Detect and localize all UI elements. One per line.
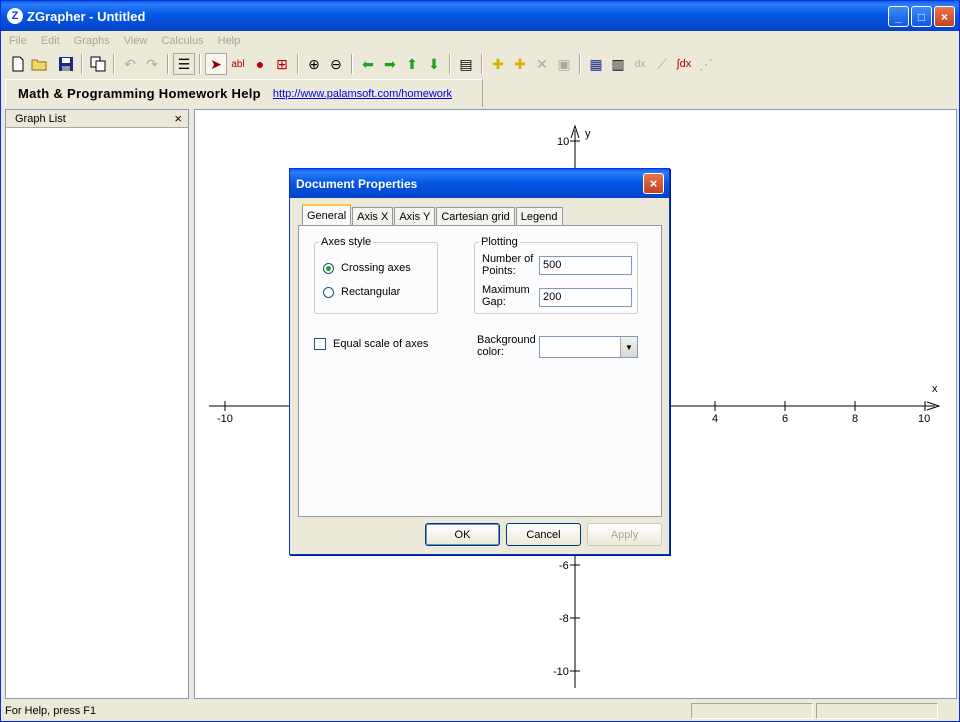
crossing-axes-option[interactable]: Crossing axes [323,262,411,274]
pointer-icon[interactable]: ➤ [205,53,227,75]
crossing-axes-radio[interactable] [323,262,334,274]
points-label: Number of Points: [482,253,534,277]
arrow-right-icon[interactable]: ➡ [379,53,401,75]
link-bar: Math & Programming Homework Help http://… [5,79,483,107]
background-color-select[interactable]: ▼ [539,336,638,358]
save-icon[interactable] [55,53,77,75]
list-icon[interactable]: ☰ [173,53,195,75]
tab-strip: General Axis X Axis Y Cartesian grid Leg… [302,204,564,226]
menu-calculus[interactable]: Calculus [153,35,209,47]
x-tick-label: 8 [852,413,858,425]
background-color-label: Background color: [477,334,536,358]
delete-icon[interactable]: ✕ [531,53,553,75]
rectangular-option[interactable]: Rectangular [323,286,400,298]
new-icon[interactable] [7,53,29,75]
y-tick-label: -10 [553,666,569,678]
y-tick-label: -8 [559,613,569,625]
cancel-button[interactable]: Cancel [506,523,581,546]
tab-general[interactable]: General [302,204,352,226]
homework-link[interactable]: http://www.palamsoft.com/homework [273,88,452,100]
x-tick-label: 6 [782,413,788,425]
document-properties-dialog: Document Properties × General Axis X Axi… [289,168,670,555]
zoom-box-icon[interactable]: ⊞ [271,53,293,75]
add-graph-2-icon[interactable]: ✚ [509,53,531,75]
menu-file[interactable]: File [1,35,33,47]
rectangular-label: Rectangular [341,286,401,298]
text-icon[interactable]: abl [227,53,249,75]
menu-graphs[interactable]: Graphs [66,35,116,47]
axes-style-group: Axes style [314,236,438,314]
copy-icon[interactable] [87,53,109,75]
apply-button[interactable]: Apply [587,523,662,546]
zoom-out-icon[interactable]: ⊖ [325,53,347,75]
status-bar: For Help, press F1 [1,701,959,721]
y-axis-label: y [585,128,591,140]
add-graph-icon[interactable]: ✚ [487,53,509,75]
app-icon: Z [7,8,23,24]
calculator-icon[interactable]: ▥ [607,53,629,75]
x-tick-label: 4 [712,413,718,425]
redo-icon[interactable]: ↷ [141,53,163,75]
graph-list-close-icon[interactable]: × [174,111,182,126]
graph-list-title: Graph List [15,112,66,125]
tab-axis-x[interactable]: Axis X [352,207,394,226]
status-text: For Help, press F1 [5,705,97,717]
dialog-title: Document Properties [296,176,418,191]
integral-icon[interactable]: ∫dx [673,53,695,75]
menu-bar: File Edit Graphs View Calculus Help [1,31,959,50]
arrow-left-icon[interactable]: ⬅ [357,53,379,75]
window-title: ZGrapher - Untitled [27,8,146,24]
arrow-up-icon[interactable]: ⬆ [401,53,423,75]
dialog-close-button[interactable]: × [643,173,664,194]
graph-props-icon[interactable]: ▣ [553,53,575,75]
maximize-button[interactable]: □ [911,6,932,27]
crossing-axes-label: Crossing axes [341,262,411,274]
properties-icon[interactable]: ▤ [455,53,477,75]
undo-icon[interactable]: ↶ [119,53,141,75]
graph-list-panel: Graph List × [5,109,189,699]
menu-view[interactable]: View [116,35,154,47]
ok-button[interactable]: OK [425,523,500,546]
tab-cartesian-grid[interactable]: Cartesian grid [436,207,515,226]
point-icon[interactable]: ● [249,53,271,75]
y-tick-label: -6 [559,560,569,572]
maximum-gap-input[interactable]: 200 [539,288,632,307]
status-panel-2 [816,703,938,719]
tab-legend[interactable]: Legend [515,207,563,226]
regression-icon[interactable]: ⋰ [695,53,717,75]
close-button[interactable]: × [934,6,955,27]
x-tick-label: 10 [918,413,930,425]
tab-axis-y[interactable]: Axis Y [394,207,436,226]
toolbar: ↶ ↷ ☰ ➤ abl ● ⊞ ⊕ ⊖ ⬅ ➡ ⬆ ⬇ ▤ ✚ ✚ ✕ ▣ ▦ … [1,51,959,77]
chevron-down-icon[interactable]: ▼ [620,337,637,357]
menu-edit[interactable]: Edit [33,35,66,47]
tangent-icon[interactable]: ⟋ [651,53,673,75]
equal-scale-option[interactable]: Equal scale of axes [314,338,428,350]
arrow-down-icon[interactable]: ⬇ [423,53,445,75]
general-tab-panel: Axes style Crossing axes Rectangular Plo… [298,225,662,517]
number-of-points-input[interactable]: 500 [539,256,632,275]
dialog-title-bar[interactable]: Document Properties [290,169,669,198]
y-tick-label: 10 [557,136,569,148]
title-bar[interactable]: Z ZGrapher - Untitled _ □ × [1,1,959,31]
x-tick-label: -10 [217,413,233,425]
homework-help-title: Math & Programming Homework Help [18,86,261,101]
menu-help[interactable]: Help [210,35,247,47]
minimize-button[interactable]: _ [888,6,909,27]
rectangular-radio[interactable] [323,286,334,298]
table-icon[interactable]: ▦ [585,53,607,75]
equal-scale-label: Equal scale of axes [333,338,429,350]
gap-label: Maximum Gap: [482,284,530,308]
equal-scale-checkbox[interactable] [314,338,326,350]
axes-style-legend: Axes style [321,236,372,248]
derivative-icon[interactable]: dx [629,53,651,75]
plotting-legend: Plotting [481,236,518,248]
zoom-in-icon[interactable]: ⊕ [303,53,325,75]
status-panel-1 [691,703,813,719]
x-axis-label: x [932,383,938,395]
open-icon[interactable] [29,53,51,75]
